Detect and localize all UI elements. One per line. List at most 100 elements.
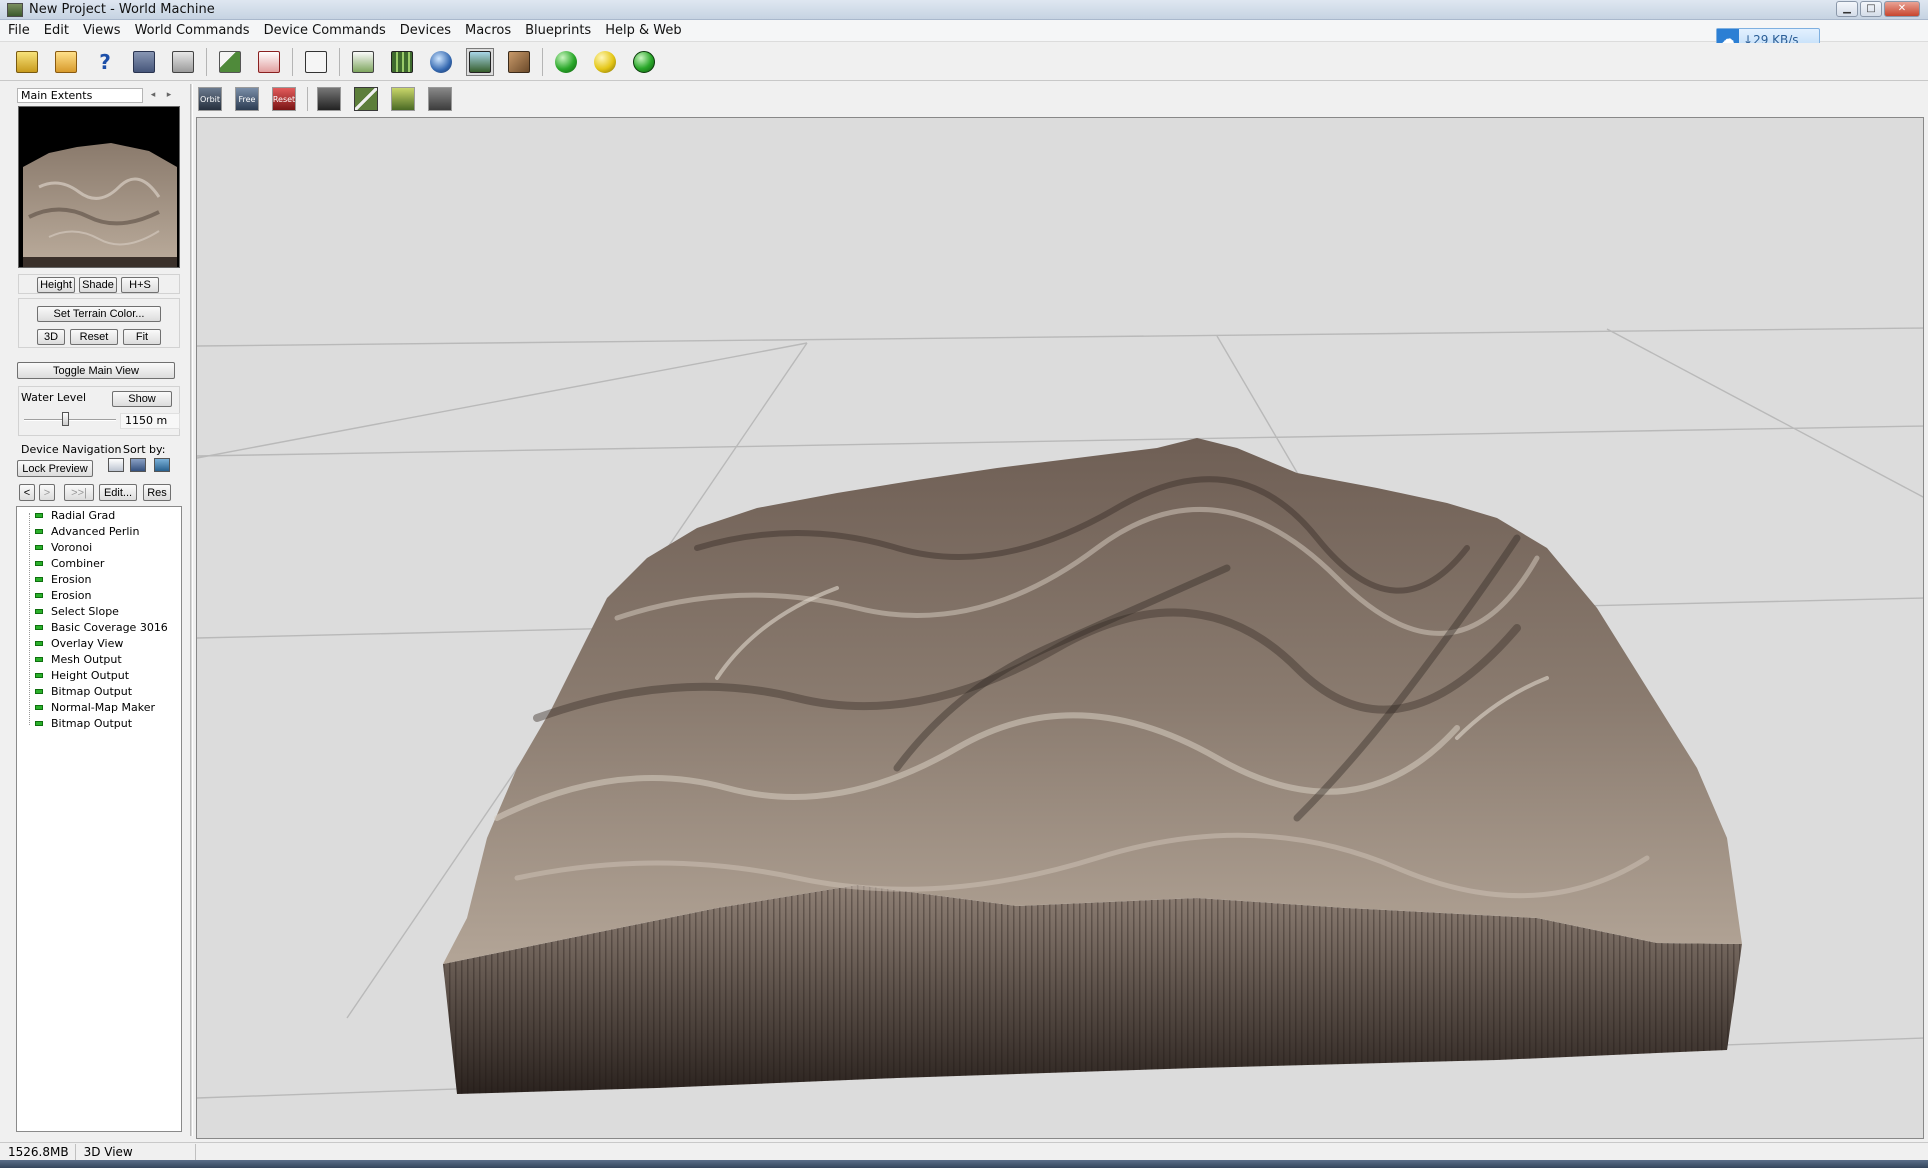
status-bar: 1526.8MB 3D View [0, 1142, 1928, 1160]
toggle-main-view-button[interactable]: Toggle Main View [17, 362, 175, 379]
menu-views[interactable]: Views [83, 23, 121, 38]
toolbar-separator [542, 47, 543, 76]
water-level-slider-thumb[interactable] [62, 412, 70, 426]
sort-graph-icon[interactable] [154, 458, 170, 472]
texture-button[interactable] [505, 48, 533, 76]
list-item[interactable]: Radial Grad [17, 507, 115, 523]
free-mode-button[interactable]: Free [235, 87, 259, 111]
list-item[interactable]: Overlay View [17, 635, 123, 651]
list-item[interactable]: Select Slope [17, 603, 119, 619]
help-button[interactable]: ? [91, 48, 119, 76]
memory-usage: 1526.8MB [0, 1143, 76, 1160]
reset-camera-label: Reset [272, 94, 296, 104]
menu-help-web[interactable]: Help & Web [605, 23, 681, 38]
new-project-icon [16, 50, 38, 73]
layout-view-icon [219, 50, 241, 73]
globe-button[interactable] [427, 48, 455, 76]
resolution-button[interactable]: Res [143, 484, 171, 501]
build-button[interactable] [552, 48, 580, 76]
maximize-button[interactable]: □ [1860, 1, 1882, 17]
menu-devices[interactable]: Devices [400, 23, 451, 38]
3d-toggle-button[interactable]: 3D [37, 329, 65, 345]
list-item[interactable]: Advanced Perlin [17, 523, 139, 539]
nav-next-button[interactable]: > [39, 484, 55, 501]
help-icon: ? [99, 49, 111, 74]
minimize-button[interactable]: ▁ [1836, 1, 1858, 17]
build-preview-button[interactable] [591, 48, 619, 76]
wireframe-toggle-icon[interactable] [354, 87, 378, 111]
edit-device-button[interactable]: Edit... [99, 484, 137, 501]
tiled-build-button[interactable] [388, 48, 416, 76]
menu-device-commands[interactable]: Device Commands [264, 23, 386, 38]
menu-macros[interactable]: Macros [465, 23, 511, 38]
build-extent-button[interactable] [630, 48, 658, 76]
list-item[interactable]: Mesh Output [17, 651, 122, 667]
list-item[interactable]: Erosion [17, 587, 91, 603]
3d-viewport[interactable] [196, 117, 1924, 1139]
water-show-button[interactable]: Show [112, 391, 172, 407]
device-settings-button[interactable] [255, 48, 283, 76]
sort-list-icon[interactable] [108, 458, 124, 472]
reset-camera-button[interactable]: Reset [272, 87, 296, 111]
nav-last-button[interactable]: >>| [64, 484, 94, 501]
list-item[interactable]: Bitmap Output [17, 683, 132, 699]
list-item[interactable]: Height Output [17, 667, 129, 683]
new-project-button[interactable] [13, 48, 41, 76]
device-status-icon [35, 592, 43, 598]
toolbar-separator [339, 47, 340, 76]
fit-view-button[interactable]: Fit [123, 329, 161, 345]
water-level-slider[interactable] [24, 419, 116, 421]
shade-mode-button[interactable]: Shade [79, 277, 117, 293]
list-item[interactable]: Normal-Map Maker [17, 699, 155, 715]
world-settings-icon [352, 50, 374, 73]
panel-splitter[interactable] [190, 84, 193, 1136]
3d-view-icon [469, 50, 491, 73]
prev-extent-arrow-icon[interactable]: ◂ [146, 88, 160, 103]
ab-compare-icon[interactable] [428, 87, 452, 111]
save-button[interactable] [130, 48, 158, 76]
lock-preview-button[interactable]: Lock Preview [17, 460, 93, 477]
device-status-icon [35, 544, 43, 550]
3d-terrain-render [197, 327, 1923, 1099]
layout-view-button[interactable] [216, 48, 244, 76]
menu-world-commands[interactable]: World Commands [135, 23, 250, 38]
random-seed-button[interactable] [302, 48, 330, 76]
height-mode-button[interactable]: Height [37, 277, 75, 293]
open-project-button[interactable] [52, 48, 80, 76]
nav-prev-button[interactable]: < [19, 484, 35, 501]
sort-type-icon[interactable] [130, 458, 146, 472]
list-item[interactable]: Voronoi [17, 539, 92, 555]
view-toolbar: Orbit Free Reset [194, 84, 1928, 114]
list-item[interactable]: Basic Coverage 3016 [17, 619, 168, 635]
list-item[interactable]: Combiner [17, 555, 104, 571]
view-help-icon[interactable] [391, 87, 415, 111]
device-status-icon [35, 640, 43, 646]
menu-blueprints[interactable]: Blueprints [525, 23, 591, 38]
set-terrain-color-button[interactable]: Set Terrain Color... [37, 306, 161, 322]
list-item[interactable]: Bitmap Output [17, 715, 132, 731]
device-status-icon [35, 704, 43, 710]
world-settings-button[interactable] [349, 48, 377, 76]
left-panel: Main Extents ◂ ▸ Height Shade H+S Set Te… [10, 84, 182, 1136]
device-list[interactable]: Radial Grad Advanced Perlin Voronoi Comb… [16, 506, 182, 1132]
terrain-preview-image [19, 107, 179, 267]
next-extent-arrow-icon[interactable]: ▸ [162, 88, 176, 103]
camera-icon[interactable] [317, 87, 341, 111]
export-button[interactable] [169, 48, 197, 76]
orbit-mode-button[interactable]: Orbit [198, 87, 222, 111]
terrain-preview[interactable] [18, 106, 180, 268]
reset-view-button[interactable]: Reset [70, 329, 118, 345]
menu-file[interactable]: File [8, 23, 30, 38]
extent-selector[interactable]: Main Extents [17, 88, 143, 103]
water-level-value[interactable]: 1150 m [120, 413, 180, 429]
hs-mode-button[interactable]: H+S [121, 277, 159, 293]
device-status-icon [35, 512, 43, 518]
close-button[interactable]: ✕ [1884, 1, 1920, 17]
menu-edit[interactable]: Edit [44, 23, 69, 38]
device-status-icon [35, 688, 43, 694]
3d-view-button[interactable] [466, 47, 494, 76]
list-item[interactable]: Erosion [17, 571, 91, 587]
device-status-icon [35, 576, 43, 582]
device-status-icon [35, 624, 43, 630]
device-status-icon [35, 720, 43, 726]
